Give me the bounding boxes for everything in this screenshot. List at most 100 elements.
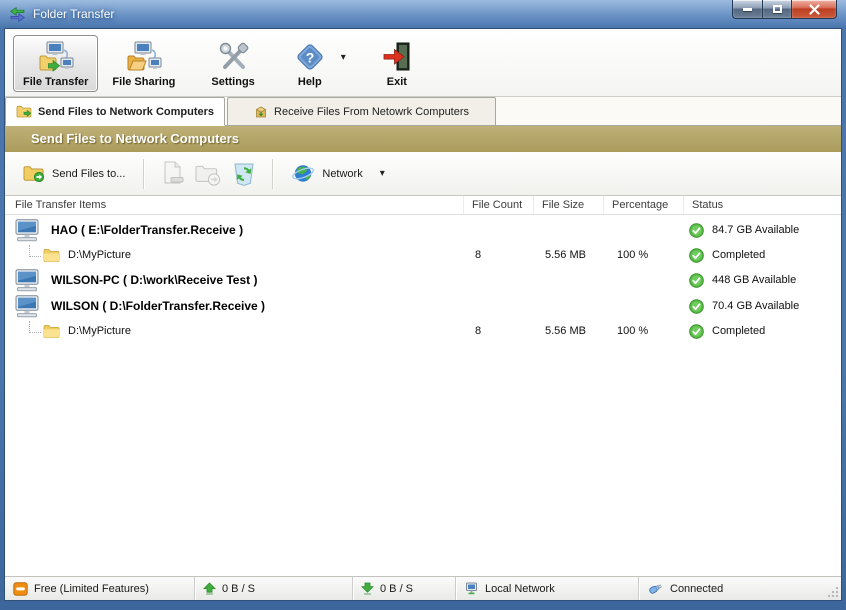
tab-receive-files-label: Receive Files From Netowrk Computers	[274, 105, 470, 118]
list-item[interactable]: WILSON ( D:\FolderTransfer.Receive ) 70.…	[5, 293, 841, 319]
connection-text: Connected	[670, 582, 724, 595]
column-file-transfer-items[interactable]: File Transfer Items	[7, 196, 106, 214]
file-sharing-button[interactable]: File Sharing	[102, 35, 185, 92]
minimize-button[interactable]	[732, 0, 762, 19]
transfer-list: HAO ( E:\FolderTransfer.Receive ) 84.7 G…	[5, 215, 841, 576]
item-name-cell: D:\MyPicture	[15, 319, 376, 343]
exit-button[interactable]: Exit	[370, 35, 424, 92]
local-network-text: Local Network	[485, 582, 555, 595]
file-transfer-label: File Transfer	[23, 76, 89, 88]
sub-toolbar: Send Files to... Network ▾	[5, 152, 841, 196]
svg-text:?: ?	[306, 50, 315, 66]
status-ok-icon	[689, 298, 704, 314]
tab-receive-files[interactable]: Receive Files From Netowrk Computers	[227, 97, 497, 125]
item-name: D:\MyPicture	[68, 249, 131, 261]
item-name-cell: WILSON ( D:\FolderTransfer.Receive )	[15, 293, 376, 319]
status-cell: 70.4 GB Available	[689, 293, 837, 319]
item-name: WILSON ( D:\FolderTransfer.Receive )	[51, 299, 266, 313]
status-ok-icon	[689, 272, 704, 288]
list-item[interactable]: D:\MyPicture 8 5.56 MB 100 % Completed	[5, 243, 841, 267]
list-item[interactable]: WILSON-PC ( D:\work\Receive Test ) 448 G…	[5, 267, 841, 293]
remove-file-button[interactable]	[154, 158, 190, 190]
file-size-value: 5.56 MB	[545, 249, 586, 261]
file-count-value: 8	[475, 325, 482, 337]
tab-send-files-label: Send Files to Network Computers	[38, 105, 215, 118]
item-name-cell: HAO ( E:\FolderTransfer.Receive )	[15, 217, 376, 243]
column-file-count[interactable]: File Count	[463, 196, 533, 214]
license-icon	[13, 581, 28, 596]
status-cell: 448 GB Available	[689, 267, 837, 293]
percentage-value	[617, 217, 681, 243]
maximize-button[interactable]	[762, 0, 791, 19]
receive-box-icon	[254, 105, 268, 119]
main-toolbar: File Transfer File Sharing Settings ? He…	[5, 29, 841, 97]
toolbar-separator	[143, 158, 145, 189]
file-count-value	[475, 267, 531, 293]
connection-panel: Connected	[639, 577, 841, 600]
send-folder-icon	[16, 105, 32, 118]
network-label: Network	[322, 167, 363, 180]
list-item[interactable]: HAO ( E:\FolderTransfer.Receive ) 84.7 G…	[5, 217, 841, 243]
status-text: Completed	[712, 325, 766, 337]
send-folder-icon	[23, 165, 45, 182]
status-cell: 84.7 GB Available	[689, 217, 837, 243]
column-percentage[interactable]: Percentage	[603, 196, 683, 214]
file-size-value	[545, 267, 605, 293]
upload-speed-panel: 0 B / S	[195, 577, 353, 600]
file-size-value	[545, 293, 605, 319]
refresh-button[interactable]	[226, 158, 262, 190]
percentage-value	[617, 267, 681, 293]
exit-label: Exit	[386, 76, 407, 88]
close-icon	[808, 3, 820, 15]
app-transfer-icon	[8, 5, 26, 23]
remove-file-icon	[164, 161, 184, 184]
tab-bar: Send Files to Network Computers Receive …	[5, 97, 841, 126]
network-dropdown-button[interactable]: Network ▾	[283, 159, 392, 188]
column-status[interactable]: Status	[683, 196, 841, 214]
settings-button[interactable]: Settings	[201, 35, 264, 92]
percentage-value	[617, 293, 681, 319]
close-button[interactable]	[791, 0, 837, 19]
file-transfer-button[interactable]: File Transfer	[13, 35, 99, 92]
minimize-icon	[743, 7, 752, 11]
file-size-value: 5.56 MB	[545, 325, 586, 337]
globe-icon	[291, 163, 315, 184]
item-name-cell: D:\MyPicture	[15, 243, 376, 267]
settings-icon	[216, 40, 250, 74]
file-count-value: 8	[475, 249, 482, 261]
app-window: Folder Transfer File Transfer File Shari…	[0, 0, 846, 610]
status-ok-icon	[689, 247, 704, 263]
file-count-value	[475, 293, 531, 319]
window-title: Folder Transfer	[33, 7, 115, 21]
download-speed-text: 0 B / S	[380, 582, 414, 595]
send-folder-disabled-button[interactable]	[190, 158, 226, 190]
license-text: Free (Limited Features)	[34, 582, 149, 595]
file-sharing-icon	[126, 40, 162, 74]
computer-icon	[15, 218, 42, 242]
local-network-icon	[464, 582, 479, 596]
help-dropdown-arrow-icon[interactable]: ▾	[341, 52, 346, 63]
upload-speed-text: 0 B / S	[222, 582, 256, 595]
tab-send-files[interactable]: Send Files to Network Computers	[5, 97, 226, 126]
status-text: 70.4 GB Available	[712, 300, 800, 312]
list-item[interactable]: D:\MyPicture 8 5.56 MB 100 % Completed	[5, 319, 841, 343]
file-count-value	[475, 217, 531, 243]
status-cell: Completed	[689, 243, 837, 267]
send-files-to-button[interactable]: Send Files to...	[15, 161, 133, 186]
tree-branch	[29, 245, 41, 257]
help-icon: ?	[293, 40, 327, 74]
title-bar: Folder Transfer	[0, 0, 846, 28]
status-ok-icon	[689, 323, 704, 339]
percentage-value: 100 %	[617, 325, 649, 337]
status-ok-icon	[689, 222, 704, 238]
resize-grip[interactable]	[828, 587, 838, 597]
tree-branch	[29, 321, 41, 333]
folder-icon	[43, 324, 60, 338]
window-controls	[732, 0, 837, 19]
list-header: File Transfer Items File Count File Size…	[5, 196, 841, 215]
column-file-size[interactable]: File Size	[533, 196, 603, 214]
help-button[interactable]: ? Help	[283, 35, 337, 92]
help-label: Help	[297, 76, 322, 88]
file-size-value	[545, 217, 605, 243]
download-speed-panel: 0 B / S	[353, 577, 456, 600]
